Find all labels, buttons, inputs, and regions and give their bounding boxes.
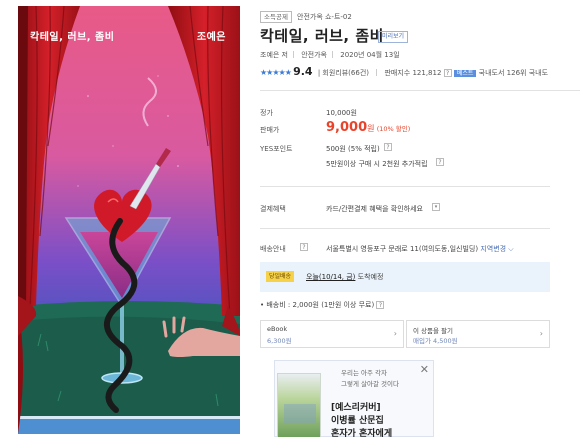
sale-price-value: 9,000 [326, 120, 368, 135]
benefit-dropdown-icon[interactable]: ▾ [432, 203, 440, 211]
publish-date: 2020년 04월 13일 [340, 51, 400, 59]
sale-price-unit: 원 [367, 124, 375, 133]
option-price: 6,300원 [267, 337, 292, 345]
sale-price: 9,000원 (10% 할인) [326, 120, 410, 135]
bestseller-tag: 베스트 [453, 70, 477, 77]
points-value: 500원 (5% 적립) [326, 145, 380, 153]
option-title: eBook [267, 325, 288, 333]
ebook-option[interactable]: eBook 6,300원 › [260, 320, 404, 348]
cover-author: 조예은 [196, 32, 226, 43]
points-extra-help-icon[interactable]: ? [436, 158, 444, 166]
cover-title: 칵테일, 러브, 좀비 [30, 32, 115, 43]
shipping-help-icon[interactable]: ? [300, 243, 308, 251]
same-day-tag: 당일배송 [266, 271, 295, 282]
sale-price-label: 판매가 [260, 126, 280, 134]
book-meta-line: 조예은 저 안전가옥 2020년 04월 13일 [260, 50, 400, 60]
rank-link[interactable]: 국내도서 126위 [479, 69, 527, 77]
payment-benefit-value[interactable]: 카드/간편결제 혜택을 확인하세요 [326, 204, 423, 214]
chevron-right-icon: › [539, 329, 543, 338]
shipping-fee: 배송비 : 2,000원 (1만원 이상 무료) [266, 301, 375, 309]
ad-headline-1: [예스리커버] [331, 403, 381, 413]
ad-line-1: 우리는 아주 각자 [341, 369, 387, 377]
product-info-panel: 소득공제 안전가옥 쇼-트-02 칵테일, 러브, 좀비 미리보기 조예은 저 … [260, 0, 580, 437]
option-title: 이 상품을 팔기 [413, 327, 454, 335]
payment-benefit-label: 결제혜택 [260, 205, 286, 213]
discount-rate: (10% 할인) [376, 125, 411, 133]
book-cover[interactable]: 칵테일, 러브, 좀비 조예은 [18, 6, 240, 434]
review-count-link[interactable]: 회원리뷰(66건) [322, 69, 369, 77]
option-price: 매입가 4,500원 [413, 337, 458, 345]
preview-button[interactable]: 미리보기 [378, 31, 409, 43]
product-title: 칵테일, 러브, 좀비 [260, 27, 384, 45]
chevron-right-icon: › [393, 329, 397, 338]
shipping-fee-line: • 배송비 : 2,000원 (1만원 이상 무료) ? [260, 300, 385, 310]
ad-image [277, 373, 321, 437]
points-label: YES포인트 [260, 145, 293, 153]
ad-headline-2: 이병률 산문집 [331, 416, 384, 426]
list-price-value: 10,000원 [326, 109, 357, 117]
badge-income-deduction: 소득공제 [260, 11, 292, 23]
rating-score: 9.4 [293, 65, 313, 78]
shipping-address: 서울특별시 영등포구 문래로 11(여의도동,일신빌딩) [326, 245, 479, 253]
shipping-label: 배송안내 [260, 245, 286, 253]
sell-item-option[interactable]: 이 상품을 팔기 매입가 4,500원 › [406, 320, 550, 348]
points-extra: 5만원이상 구매 시 2천원 추가적립 [326, 160, 428, 168]
sales-index: 판매지수 121,812 [384, 69, 442, 77]
cover-illustration [18, 6, 240, 434]
delivery-estimate-box: 당일배송 오늘(10/14, 금) 도착예정 [260, 262, 550, 292]
author-link[interactable]: 조예은 저 [260, 51, 288, 59]
rating-line: ★★★★★ 9.4 | 회원리뷰(66건) 판매지수 121,812 ? 베스트… [260, 65, 549, 78]
list-price-label: 정가 [260, 109, 273, 117]
rating-stars-icon: ★★★★★ [260, 68, 292, 77]
divider [260, 90, 580, 91]
publisher-link[interactable]: 안전가옥 [301, 51, 327, 59]
divider [260, 228, 550, 229]
rank-link-2[interactable]: 국내도 [529, 69, 548, 77]
ad-headline-3: 혼자가 혼자에게 [331, 429, 393, 437]
points-help-icon[interactable]: ? [384, 143, 392, 151]
close-icon[interactable]: ✕ [420, 364, 429, 375]
shipping-address-line: 서울특별시 영등포구 문래로 11(여의도동,일신빌딩) 지역변경 ⌵ [326, 245, 514, 253]
divider [260, 186, 550, 187]
fee-help-icon[interactable]: ? [376, 301, 385, 309]
series-link[interactable]: 안전가옥 쇼-트-02 [297, 12, 352, 22]
delivery-estimate: 오늘(10/14, 금) 도착예정 [306, 273, 384, 281]
help-icon[interactable]: ? [443, 69, 452, 77]
ad-banner[interactable]: 우리는 아주 각자 그렇게 살아갈 것이다 [예스리커버] 이병률 산문집 혼자… [274, 360, 434, 437]
ad-line-2: 그렇게 살아갈 것이다 [341, 380, 399, 388]
change-region-link[interactable]: 지역변경 [480, 245, 506, 253]
